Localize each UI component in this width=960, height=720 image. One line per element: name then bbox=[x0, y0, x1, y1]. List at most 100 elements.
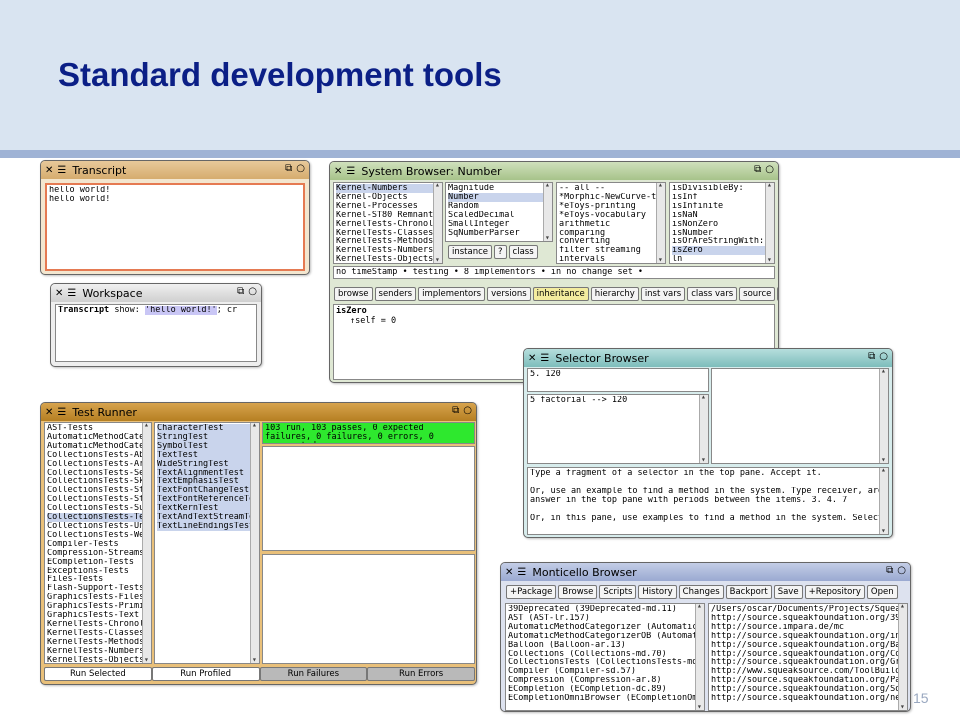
list-item[interactable]: Random bbox=[448, 202, 550, 211]
add-package-button[interactable]: +Package bbox=[506, 585, 557, 599]
list-item[interactable]: Compiler (Compiler-sd.57) bbox=[508, 667, 702, 676]
run-errors-button[interactable]: Run Errors bbox=[367, 667, 475, 681]
close-icon[interactable]: ✕ bbox=[45, 407, 53, 418]
browser-titlebar[interactable]: ✕ ☰ System Browser: Number ⧉ ○ bbox=[330, 162, 778, 180]
class-button[interactable]: class bbox=[508, 245, 538, 259]
scripts-button[interactable]: Scripts bbox=[599, 585, 637, 599]
selector-input[interactable]: 5. 120 bbox=[527, 368, 709, 392]
scrollbar[interactable] bbox=[879, 468, 888, 534]
transcript-titlebar[interactable]: ✕ ☰ Transcript ⧉ ○ bbox=[41, 161, 309, 179]
expand-icon[interactable]: ○ bbox=[248, 286, 257, 297]
list-item[interactable]: Kernel-Processes bbox=[336, 202, 440, 211]
expand-icon[interactable]: ○ bbox=[765, 164, 774, 175]
close-icon[interactable]: ✕ bbox=[505, 567, 513, 578]
menu-icon[interactable]: ☰ bbox=[346, 166, 355, 177]
list-item[interactable]: http://source.squeakfoundation.org/Compr… bbox=[711, 650, 905, 659]
senders-button[interactable]: senders bbox=[374, 287, 417, 301]
inheritance-button[interactable]: inheritance bbox=[532, 287, 589, 301]
list-item[interactable]: http://source.squeakfoundation.org/Squea… bbox=[711, 685, 905, 694]
scrollbar[interactable] bbox=[142, 423, 151, 663]
list-item[interactable]: TextLineEndingsTest bbox=[157, 521, 257, 531]
list-item[interactable]: comparing bbox=[559, 229, 663, 238]
list-item[interactable]: GraphicsTests-Primitiv bbox=[47, 602, 149, 611]
list-item[interactable]: CollectionsTests-Array bbox=[47, 460, 149, 469]
list-item[interactable]: ScaledDecimal bbox=[448, 211, 550, 220]
list-item[interactable]: TextTest bbox=[157, 450, 257, 460]
list-item[interactable]: Compiler-Tests bbox=[47, 540, 149, 549]
versions-button[interactable]: versions bbox=[487, 287, 531, 301]
list-item[interactable]: WideStringTest bbox=[157, 459, 257, 469]
workspace-titlebar[interactable]: ✕ ☰ Workspace ⧉ ○ bbox=[51, 284, 261, 302]
list-item[interactable]: Collections (Collections-md.70) bbox=[508, 650, 702, 659]
open-button[interactable]: Open bbox=[866, 585, 898, 599]
inst-vars-button[interactable]: inst vars bbox=[640, 287, 686, 301]
list-item[interactable]: *Morphic-NewCurve-te bbox=[559, 193, 663, 202]
list-item[interactable]: arithmetic bbox=[559, 220, 663, 229]
list-item[interactable]: Compression-Streams bbox=[47, 549, 149, 558]
list-item[interactable]: intervals bbox=[559, 255, 663, 263]
list-item[interactable]: http://source.squeakfoundation.org/Ballo… bbox=[711, 641, 905, 650]
browse-button[interactable]: Browse bbox=[558, 585, 598, 599]
run-profiled-button[interactable]: Run Profiled bbox=[151, 667, 260, 681]
list-item[interactable]: Exceptions-Tests bbox=[47, 567, 149, 576]
workspace-pane[interactable]: Transcript show: 'hello world!'; cr bbox=[55, 304, 257, 362]
list-item[interactable]: KernelTests-Classes bbox=[47, 629, 149, 638]
list-item[interactable]: TextAndTextStreamTest bbox=[157, 513, 257, 522]
list-item[interactable]: CollectionsTests-Suppo bbox=[47, 504, 149, 513]
method-list[interactable]: isDivisibleBy: isInf isInfinite isNaN is… bbox=[669, 182, 775, 264]
list-item[interactable]: KernelTests-Methods bbox=[47, 638, 149, 647]
list-item[interactable]: isInfinite bbox=[672, 202, 772, 211]
browse-button[interactable]: browse bbox=[334, 287, 373, 301]
collapse-icon[interactable]: ⧉ bbox=[886, 565, 893, 576]
list-item[interactable]: Balloon (Balloon-ar.13) bbox=[508, 641, 702, 650]
list-item[interactable]: Number bbox=[448, 192, 550, 202]
history-button[interactable]: History bbox=[638, 585, 677, 599]
package-list[interactable]: 39Deprecated (39Deprecated-md.11) AST (A… bbox=[505, 603, 705, 711]
list-item[interactable]: ln bbox=[672, 255, 772, 263]
scrollbar[interactable] bbox=[250, 423, 259, 663]
list-item[interactable]: isNumber bbox=[672, 229, 772, 238]
list-item[interactable]: CollectionsTests-Weak bbox=[47, 531, 149, 540]
list-item[interactable]: http://source.squeakfoundation.org/netwo… bbox=[711, 694, 905, 703]
list-item[interactable]: TextFontReferenceTest bbox=[157, 495, 257, 505]
close-icon[interactable]: ✕ bbox=[55, 288, 63, 299]
menu-icon[interactable]: ☰ bbox=[67, 288, 76, 299]
repository-list[interactable]: /Users/oscar/Documents/Projects/SqueakIm… bbox=[708, 603, 908, 711]
collapse-icon[interactable]: ⧉ bbox=[285, 163, 292, 174]
transcript-pane[interactable]: hello world! hello world! bbox=[45, 183, 305, 271]
failures-list[interactable] bbox=[262, 446, 475, 551]
backport-button[interactable]: Backport bbox=[725, 585, 772, 599]
scrollbar[interactable] bbox=[898, 604, 907, 710]
errors-list[interactable] bbox=[262, 554, 475, 664]
test-category-list[interactable]: AST-Tests AutomaticMethodCateg Automatic… bbox=[44, 422, 152, 664]
list-item[interactable]: isNaN bbox=[672, 211, 772, 220]
menu-icon[interactable]: ☰ bbox=[57, 165, 66, 176]
list-item[interactable]: AutomaticMethodCategorizerOB (AutomaticM bbox=[508, 632, 702, 641]
list-item[interactable]: CollectionsTests-SkipLi bbox=[47, 477, 149, 486]
list-item[interactable]: AST (AST-lr.157) bbox=[508, 614, 702, 623]
scrollbar[interactable] bbox=[879, 369, 888, 463]
instance-button[interactable]: instance bbox=[448, 245, 493, 259]
changes-button[interactable]: Changes bbox=[678, 585, 724, 599]
menu-icon[interactable]: ☰ bbox=[540, 353, 549, 364]
list-item[interactable]: KernelTests-Numbers bbox=[336, 246, 440, 255]
list-item[interactable]: ECompletion (ECompletion-dc.89) bbox=[508, 685, 702, 694]
hierarchy-button[interactable]: hierarchy bbox=[590, 287, 639, 301]
list-item[interactable]: AutomaticMethodCategorizer (AutomaticMet… bbox=[508, 623, 702, 632]
list-item[interactable]: CollectionsTests-Seque bbox=[47, 469, 149, 478]
list-item[interactable]: Flash-Support-Tests bbox=[47, 584, 149, 593]
list-item[interactable]: TextAlignmentTest bbox=[157, 468, 257, 478]
list-item[interactable]: Magnitude bbox=[448, 184, 550, 193]
list-item[interactable]: KernelTests-Classes bbox=[336, 229, 440, 238]
list-item[interactable]: KernelTests-Objects bbox=[47, 656, 149, 663]
list-item[interactable]: -- all -- bbox=[559, 184, 663, 193]
list-item[interactable]: isOrAreStringWith: bbox=[672, 237, 772, 246]
scrollbar[interactable] bbox=[699, 395, 708, 463]
list-item[interactable]: Files-Tests bbox=[47, 575, 149, 584]
list-item[interactable]: AutomaticMethodCateg bbox=[47, 433, 149, 442]
list-item[interactable]: Compression (Compression-ar.8) bbox=[508, 676, 702, 685]
class-list[interactable]: Magnitude Number Random ScaledDecimal Sm… bbox=[445, 182, 553, 242]
selector-titlebar[interactable]: ✕ ☰ Selector Browser ⧉ ○ bbox=[524, 349, 892, 367]
list-item[interactable]: AutomaticMethodCateg bbox=[47, 442, 149, 451]
list-item[interactable]: *eToys-vocabulary bbox=[559, 211, 663, 220]
